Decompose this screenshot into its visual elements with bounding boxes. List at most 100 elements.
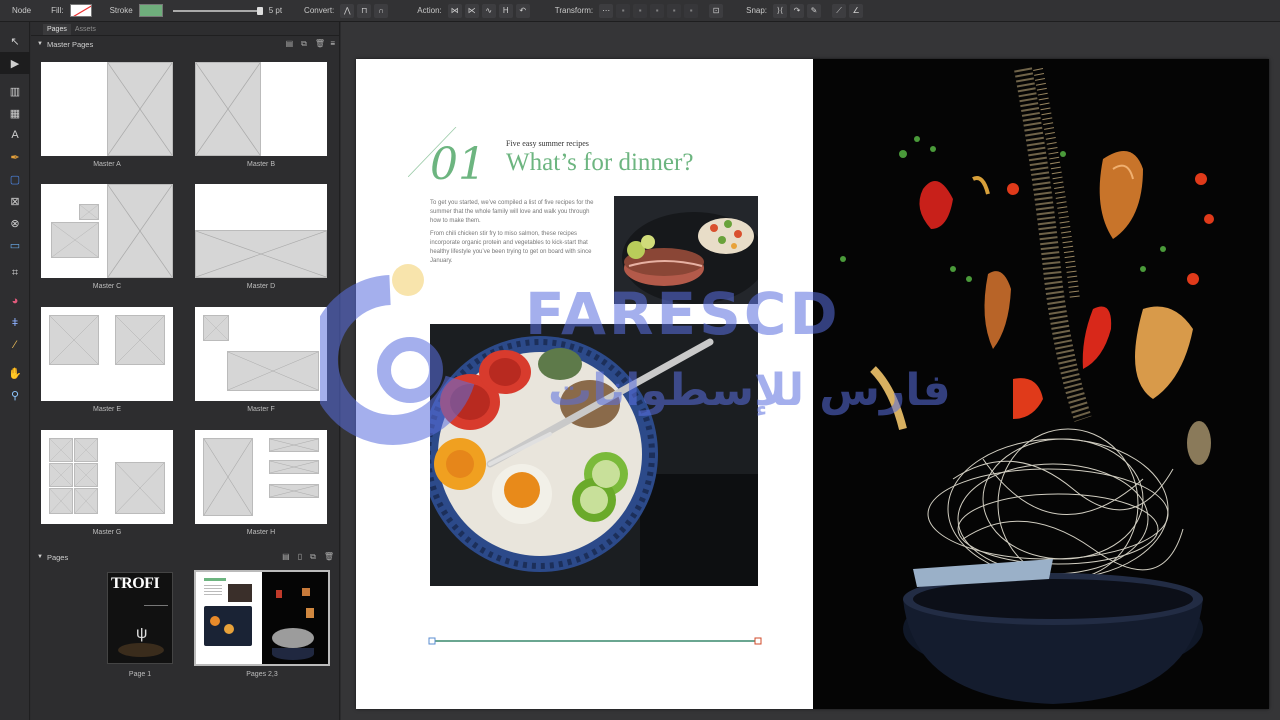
master-e[interactable]: Master E <box>41 307 173 413</box>
pages-title: Pages <box>46 552 69 562</box>
transparency-tool-icon[interactable]: ǂ <box>0 312 30 334</box>
duplicate-page-icon[interactable]: ⧉ <box>310 552 316 562</box>
document-canvas[interactable]: 01 Five easy summer recipes What’s for d… <box>341 22 1280 720</box>
master-label: Master C <box>92 283 122 290</box>
align-top-icon[interactable]: ▪ <box>667 3 682 18</box>
view-tool-icon[interactable]: ✋ <box>0 362 30 384</box>
delete-page-icon[interactable]: 🗑 <box>324 552 334 562</box>
snap-angle-icon[interactable]: ∠ <box>849 3 864 18</box>
snap-nodes-icon[interactable]: ⟩⟨ <box>773 3 788 18</box>
paragraph: To get you started, we’ve compiled a lis… <box>430 200 594 224</box>
reverse-curve-icon[interactable]: ↶ <box>515 3 530 18</box>
fill-swatch[interactable] <box>69 4 92 17</box>
align-left-icon[interactable]: ▪ <box>616 3 631 18</box>
master-thumbnail <box>195 307 327 401</box>
align-bottom-icon[interactable]: ▪ <box>684 3 699 18</box>
image-placeholder <box>74 463 98 487</box>
master-pages-header[interactable]: ▼ Master Pages ≡ ▤ ⧉ 🗑 <box>31 36 339 52</box>
panel-tabs: Pages Assets <box>31 22 339 36</box>
table-tool-icon[interactable]: ▦ <box>0 102 30 124</box>
cover-plate <box>118 643 164 657</box>
body-text-frame[interactable]: To get you started, we’ve compiled a lis… <box>430 199 598 270</box>
rectangle-tool-icon[interactable]: ▢ <box>0 168 30 190</box>
master-options-icon[interactable]: ▤ <box>286 39 294 49</box>
break-curve-icon[interactable]: ⋈ <box>447 3 462 18</box>
zoom-tool-icon[interactable]: ⚲ <box>0 384 30 406</box>
master-c[interactable]: Master C <box>41 184 173 290</box>
collapse-icon[interactable]: ▼ <box>37 41 43 47</box>
master-b[interactable]: Master B <box>195 62 327 168</box>
context-toolbar: Node Fill: Stroke 5 pt Convert: ⋀ ⊓ ∩ Ac… <box>0 0 1280 22</box>
steak-photo[interactable] <box>614 196 758 304</box>
panel-menu-icon[interactable]: ≡ <box>330 39 335 48</box>
stroke-width-slider[interactable] <box>172 6 263 15</box>
recipe-number: 01 <box>430 139 486 190</box>
join-curves-icon[interactable]: H <box>498 3 513 18</box>
page-actions: ▤ ▯ ⧉ 🗑 <box>282 552 334 562</box>
image-placeholder <box>115 315 165 365</box>
convert-smart-icon[interactable]: ∩ <box>374 3 389 18</box>
cover-fork-icon: ψ <box>136 625 148 642</box>
artistic-text-tool-icon[interactable]: A <box>0 124 30 146</box>
picture-frame-tool-icon[interactable]: ⊠ <box>0 190 30 212</box>
master-label: Master D <box>246 283 276 290</box>
action-label: Action: <box>417 6 442 15</box>
color-picker-tool-icon[interactable]: ⁄ <box>0 334 30 356</box>
master-h[interactable]: Master H <box>195 430 327 536</box>
image-placeholder <box>203 315 229 341</box>
image-placeholder <box>115 462 165 514</box>
place-image-tool-icon[interactable]: ▭ <box>0 234 30 256</box>
breakfast-photo[interactable] <box>430 324 758 586</box>
stroke-swatch[interactable] <box>138 4 163 17</box>
frame-text-tool-icon[interactable]: ▥ <box>0 80 30 102</box>
master-label: Master G <box>92 529 122 536</box>
convert-sharp-icon[interactable]: ⋀ <box>340 3 355 18</box>
image-placeholder <box>49 488 73 514</box>
close-curve-icon[interactable]: ⋉ <box>464 3 479 18</box>
add-master-icon[interactable]: ⧉ <box>301 39 307 49</box>
snap-curves-icon[interactable]: ↷ <box>790 3 805 18</box>
page-label: Pages 2,3 <box>246 671 278 678</box>
master-g[interactable]: Master G <box>41 430 173 536</box>
left-page[interactable]: 01 Five easy summer recipes What’s for d… <box>356 59 813 709</box>
ellipse-frame-tool-icon[interactable]: ⊗ <box>0 212 30 234</box>
stroke-label: Stroke <box>109 6 133 15</box>
pages-list: TROFI ψ Page 1 Pages 2,3 <box>31 567 340 717</box>
crop-tool-icon[interactable]: ⌗ <box>0 262 30 284</box>
pen-tool-icon[interactable]: ✒ <box>0 146 30 168</box>
page-spread: 01 Five easy summer recipes What’s for d… <box>356 59 1269 709</box>
master-f[interactable]: Master F <box>195 307 327 413</box>
selected-line[interactable] <box>428 637 762 645</box>
insert-page-icon[interactable]: ▯ <box>298 552 302 562</box>
snap-pen-icon[interactable]: ✎ <box>807 3 822 18</box>
cover-subtitle-block <box>144 605 168 627</box>
node-tool-icon[interactable]: ▶ <box>0 52 30 74</box>
tab-assets[interactable]: Assets <box>71 24 100 35</box>
master-thumbnail <box>41 62 173 156</box>
image-placeholder <box>49 463 73 487</box>
pages-2-3-thumbnail[interactable] <box>194 570 330 666</box>
fill-tool-icon[interactable]: ◕ <box>0 290 30 312</box>
image-placeholder <box>227 351 319 391</box>
snap-guide-icon[interactable]: ⟋ <box>832 3 847 18</box>
pages-header[interactable]: ▼ Pages ▤ ▯ ⧉ 🗑 <box>31 549 340 565</box>
tab-pages[interactable]: Pages <box>43 24 71 35</box>
collapse-icon[interactable]: ▼ <box>37 554 43 560</box>
flip-icon[interactable]: ⊡ <box>709 3 724 18</box>
move-tool-icon[interactable]: ↖ <box>0 30 30 52</box>
right-page[interactable] <box>813 59 1269 709</box>
transform-mode-icon[interactable]: ⋯ <box>599 3 614 18</box>
align-right-icon[interactable]: ▪ <box>650 3 665 18</box>
master-thumbnail <box>41 184 173 278</box>
master-a[interactable]: Master A <box>41 62 173 168</box>
page-1-thumbnail[interactable]: TROFI ψ <box>107 572 173 664</box>
master-thumbnail <box>41 307 173 401</box>
convert-smooth-icon[interactable]: ⊓ <box>357 3 372 18</box>
thumb-egg <box>210 616 220 626</box>
page-options-icon[interactable]: ▤ <box>282 552 290 562</box>
spread-left-page-thumb <box>196 572 262 664</box>
smooth-curve-icon[interactable]: ∿ <box>481 3 496 18</box>
align-center-icon[interactable]: ▪ <box>633 3 648 18</box>
delete-master-icon[interactable]: 🗑 <box>315 39 325 49</box>
master-d[interactable]: Master D <box>195 184 327 290</box>
